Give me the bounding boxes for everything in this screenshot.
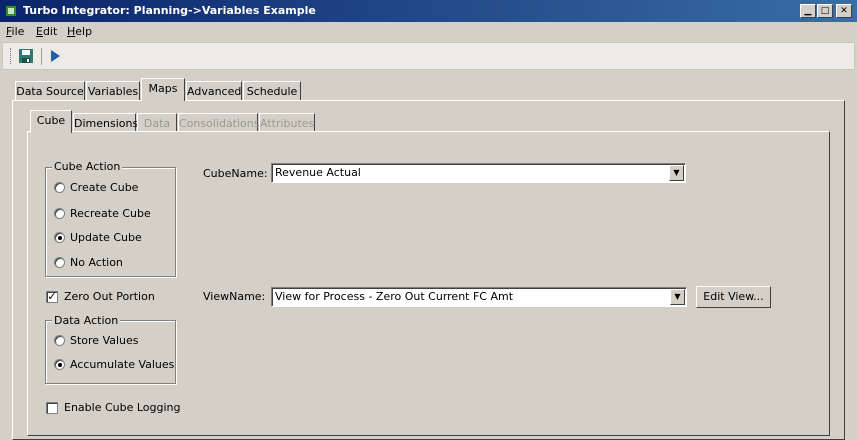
menu-bar: File Edit Help xyxy=(0,22,857,42)
subtab-consolidations: Consolidations xyxy=(178,113,259,133)
save-icon[interactable] xyxy=(18,48,34,64)
radio-store-values-label: Store Values xyxy=(70,334,139,347)
zero-out-checkbox[interactable]: ✓ xyxy=(46,291,58,303)
view-name-label: ViewName: xyxy=(203,290,266,303)
tab-schedule[interactable]: Schedule xyxy=(243,81,301,101)
tab-variables[interactable]: Variables xyxy=(86,81,140,101)
minimize-button[interactable]: ▁ xyxy=(800,4,816,18)
radio-create-cube-label: Create Cube xyxy=(70,181,139,194)
cube-name-combo[interactable]: Revenue Actual ▼ xyxy=(271,163,686,183)
toolbar-separator xyxy=(41,48,42,65)
radio-accumulate-values[interactable] xyxy=(54,359,65,370)
radio-recreate-cube-label: Recreate Cube xyxy=(70,207,151,220)
chevron-down-icon[interactable]: ▼ xyxy=(669,165,684,181)
run-icon[interactable] xyxy=(49,49,61,63)
subtab-dimensions[interactable]: Dimensions xyxy=(73,113,138,133)
subtab-data: Data xyxy=(137,113,177,133)
toolbar xyxy=(2,42,855,70)
tab-maps[interactable]: Maps xyxy=(141,78,185,101)
radio-create-cube[interactable] xyxy=(54,182,65,193)
tab-data-source[interactable]: Data Source xyxy=(15,81,85,101)
radio-update-cube[interactable] xyxy=(54,232,65,243)
cube-action-legend: Cube Action xyxy=(52,160,123,173)
edit-view-button[interactable]: Edit View... xyxy=(696,286,771,308)
data-action-legend: Data Action xyxy=(52,314,121,327)
tab-advanced[interactable]: Advanced xyxy=(186,81,242,101)
cube-name-value: Revenue Actual xyxy=(275,166,361,179)
data-action-group xyxy=(45,320,176,384)
radio-accumulate-values-label: Accumulate Values xyxy=(70,358,175,371)
turbo-integrator-app-icon xyxy=(6,6,16,16)
radio-no-action[interactable] xyxy=(54,257,65,268)
view-name-value: View for Process - Zero Out Current FC A… xyxy=(275,290,514,303)
cube-name-label: CubeName: xyxy=(203,167,268,180)
subtab-attributes: Attributes xyxy=(259,113,315,133)
radio-recreate-cube[interactable] xyxy=(54,208,65,219)
title-bar: Turbo Integrator: Planning->Variables Ex… xyxy=(0,0,857,22)
radio-update-cube-label: Update Cube xyxy=(70,231,142,244)
menu-edit[interactable]: Edit xyxy=(36,25,57,38)
cube-logging-label: Enable Cube Logging xyxy=(64,401,181,414)
radio-no-action-label: No Action xyxy=(70,256,123,269)
menu-file[interactable]: File xyxy=(6,25,24,38)
toolbar-grip xyxy=(10,48,13,64)
close-button[interactable]: ✕ xyxy=(836,4,852,18)
radio-store-values[interactable] xyxy=(54,335,65,346)
chevron-down-icon[interactable]: ▼ xyxy=(670,289,685,305)
subtab-cube[interactable]: Cube xyxy=(30,110,72,133)
menu-help[interactable]: Help xyxy=(67,25,92,38)
view-name-combo[interactable]: View for Process - Zero Out Current FC A… xyxy=(271,287,687,307)
cube-logging-checkbox[interactable] xyxy=(46,402,58,414)
window-title: Turbo Integrator: Planning->Variables Ex… xyxy=(23,4,316,17)
maximize-button[interactable]: □ xyxy=(817,4,833,18)
zero-out-label: Zero Out Portion xyxy=(64,290,155,303)
